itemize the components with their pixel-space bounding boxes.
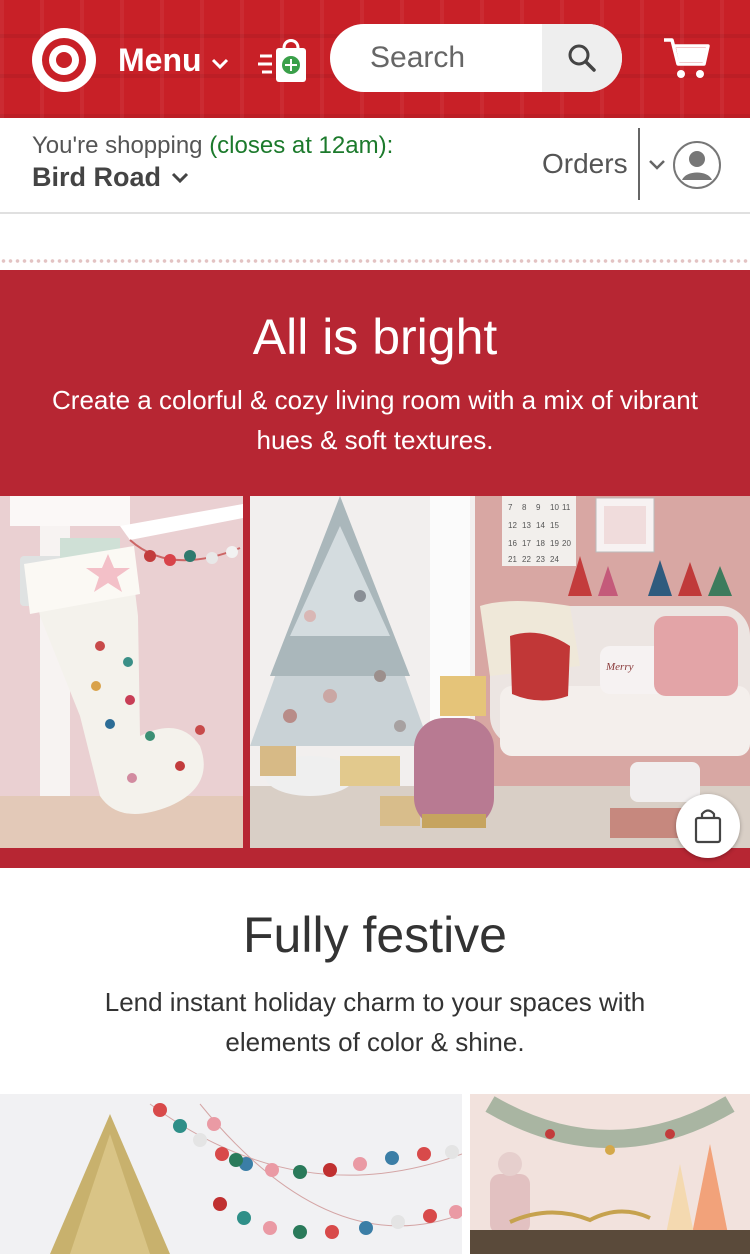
calendar-number: 20 <box>562 539 571 548</box>
store-selector[interactable]: Bird Road <box>32 162 189 193</box>
calendar-number: 12 <box>508 521 517 530</box>
shopping-bag-icon <box>694 809 722 844</box>
hero-title: All is bright <box>252 309 498 365</box>
calendar-number: 8 <box>522 503 527 512</box>
hero-section: All is bright Create a colorful & cozy l… <box>0 270 750 868</box>
calendar-number: 13 <box>522 521 531 530</box>
shopping-info: You're shopping (closes at 12am): <box>32 132 393 160</box>
calendar-number: 23 <box>536 555 545 564</box>
calendar-number: 9 <box>536 503 541 512</box>
calendar-number: 7 <box>508 503 513 512</box>
orders-link[interactable]: Orders <box>542 148 628 180</box>
menu-label: Menu <box>118 41 202 78</box>
search-bar <box>330 24 622 92</box>
chevron-down-icon <box>211 58 228 70</box>
store-name: Bird Road <box>32 162 162 192</box>
hero-subtitle: Create a colorful & cozy living room wit… <box>52 385 698 455</box>
chevron-down-icon <box>171 172 189 183</box>
stocking-image[interactable] <box>0 496 243 848</box>
section-subtitle: Lend instant holiday charm to your space… <box>104 987 646 1057</box>
calendar-number: 15 <box>550 521 559 530</box>
calendar-number: 14 <box>536 521 545 530</box>
search-icon <box>568 44 596 72</box>
calendar-number: 24 <box>550 555 559 564</box>
search-button[interactable] <box>542 24 622 92</box>
calendar-number: 10 <box>550 503 559 512</box>
calendar-number: 22 <box>522 555 531 564</box>
calendar-number: 16 <box>508 539 517 548</box>
divider <box>638 128 640 200</box>
target-logo-icon[interactable] <box>32 28 96 92</box>
shop-this-look-button[interactable] <box>676 794 740 858</box>
menu-button[interactable]: Menu <box>118 38 230 82</box>
living-room-image[interactable]: 7 8 9 10 11 12 13 14 15 16 17 18 19 20 2… <box>250 496 750 848</box>
avatar-icon <box>673 141 721 189</box>
section-title: Fully festive <box>243 907 507 963</box>
chevron-down-icon <box>649 160 665 170</box>
calendar-number: 18 <box>536 539 545 548</box>
calendar-number: 11 <box>562 503 571 512</box>
top-header: Menu <box>0 0 750 118</box>
account-button[interactable] <box>648 140 722 190</box>
store-bar: You're shopping (closes at 12am): Bird R… <box>0 118 750 214</box>
calendar-number: 19 <box>550 539 559 548</box>
mantel-image[interactable] <box>470 1094 750 1254</box>
pillow-text: Merry <box>605 661 634 673</box>
dotted-divider <box>0 258 750 264</box>
shopping-prefix: You're shopping <box>32 132 203 159</box>
search-input[interactable] <box>330 24 542 92</box>
calendar-number: 21 <box>508 555 517 564</box>
calendar-number: 17 <box>522 539 531 548</box>
garland-image[interactable] <box>0 1094 462 1254</box>
store-hours: (closes at 12am): <box>209 132 394 159</box>
drive-up-icon[interactable] <box>258 34 312 84</box>
cart-icon[interactable] <box>662 36 710 80</box>
